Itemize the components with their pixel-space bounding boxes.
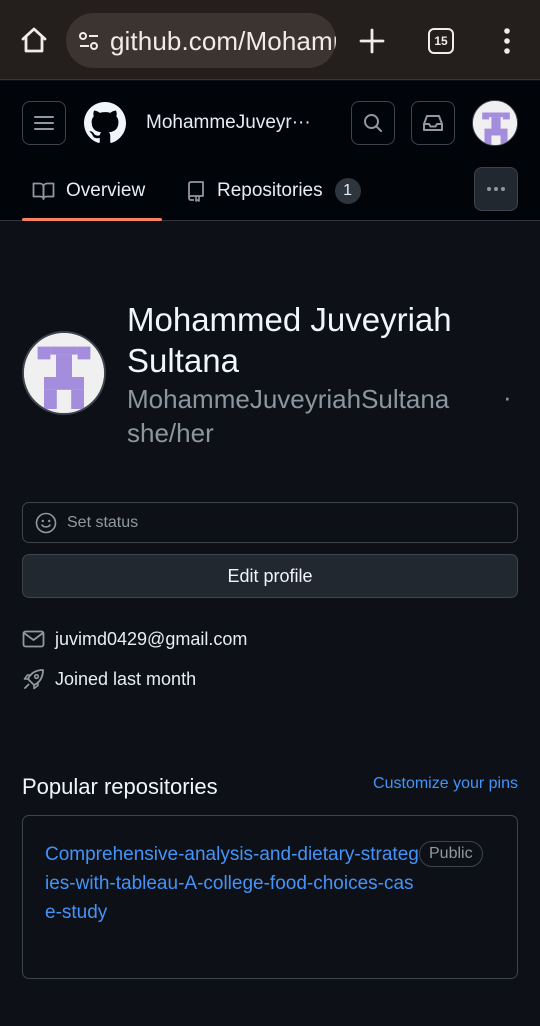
tab-repositories-label: Repositories xyxy=(217,180,323,201)
set-status-label: Set status xyxy=(67,513,139,531)
browser-toolbar: github.com/MohammeJuveyriahSultana 15 xyxy=(0,0,540,80)
github-logo-icon[interactable] xyxy=(84,102,126,144)
repo-visibility-badge: Public xyxy=(419,841,483,867)
repo-icon xyxy=(188,181,204,202)
browser-menu-icon[interactable] xyxy=(497,26,517,56)
notifications-button[interactable] xyxy=(411,101,455,145)
repo-name-link[interactable]: Comprehensive-analysis-and-dietary-strat… xyxy=(45,840,421,927)
more-options-button[interactable] xyxy=(474,167,518,211)
home-icon[interactable] xyxy=(18,24,50,56)
header-avatar[interactable] xyxy=(472,100,518,146)
smiley-icon xyxy=(35,512,57,533)
url-text: github.com/MohammeJuveyriahSultana xyxy=(110,26,336,56)
profile-full-name: Mohammed Juveyriah Sultana xyxy=(127,301,452,379)
ellipsis-icon xyxy=(487,187,505,191)
menu-button[interactable] xyxy=(22,101,66,145)
profile-email-row: juvimd0429@gmail.com xyxy=(22,625,247,653)
repo-card: Comprehensive-analysis-and-dietary-strat… xyxy=(22,815,518,979)
profile-avatar[interactable] xyxy=(22,331,106,415)
new-tab-icon[interactable] xyxy=(357,26,387,56)
identicon-icon xyxy=(473,101,517,145)
edit-profile-button[interactable]: Edit profile xyxy=(22,554,518,598)
site-settings-icon[interactable] xyxy=(78,30,100,52)
tab-switcher-button[interactable]: 15 xyxy=(428,28,454,54)
book-icon xyxy=(32,182,55,200)
search-button[interactable] xyxy=(351,101,395,145)
tab-repositories[interactable]: Repositories 1 xyxy=(186,173,361,209)
mail-icon xyxy=(22,630,45,648)
profile-pronouns: she/her xyxy=(127,418,214,448)
profile-joined: Joined last month xyxy=(55,668,197,689)
customize-pins-link[interactable]: Customize your pins xyxy=(373,775,518,793)
active-tab-indicator xyxy=(22,218,162,221)
header-username[interactable]: MohammeJuveyr··· xyxy=(146,112,311,134)
tab-overview-label: Overview xyxy=(66,180,146,201)
inbox-icon xyxy=(423,115,443,131)
profile-joined-row: Joined last month xyxy=(22,665,196,693)
profile-login: MohammeJuveyriahSultana xyxy=(127,384,450,414)
set-status-button[interactable]: Set status xyxy=(22,502,518,543)
separator-dot: · xyxy=(503,382,512,412)
github-header: MohammeJuveyr··· Overview Repositories 1 xyxy=(0,81,540,221)
profile-login-line: MohammeJuveyriahSultana she/her xyxy=(127,382,527,450)
identicon-icon xyxy=(24,333,104,413)
profile-email[interactable]: juvimd0429@gmail.com xyxy=(55,629,247,650)
search-icon xyxy=(364,114,382,132)
repositories-count-badge: 1 xyxy=(334,178,361,204)
tab-overview[interactable]: Overview xyxy=(32,173,145,209)
rocket-icon xyxy=(23,668,44,689)
hamburger-icon xyxy=(34,116,54,130)
popular-repositories-heading: Popular repositories xyxy=(22,774,218,799)
tab-count: 15 xyxy=(434,34,448,48)
address-bar[interactable]: github.com/MohammeJuveyriahSultana xyxy=(66,13,336,68)
